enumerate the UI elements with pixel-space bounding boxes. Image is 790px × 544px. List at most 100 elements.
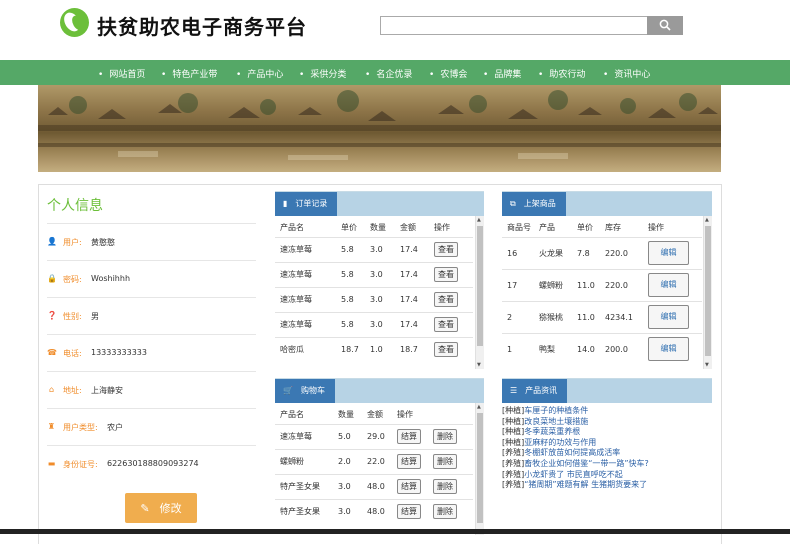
- orders-scrollbar[interactable]: ▲ ▼: [475, 216, 484, 369]
- profile-value: 农户: [107, 423, 123, 432]
- nav-item-industry-belt[interactable]: 特色产业带: [161, 67, 217, 80]
- settle-button[interactable]: 结算: [397, 504, 421, 520]
- news-item[interactable]: [种植]冬季蔬菜重养根: [502, 427, 712, 438]
- scroll-up-icon[interactable]: ▲: [477, 404, 481, 410]
- profile-row-gender: ❓ 性别: 男: [47, 297, 256, 334]
- nav-item-home[interactable]: 网站首页: [98, 67, 145, 80]
- home-icon: ⌂: [48, 385, 55, 394]
- external-link-icon: ⧉: [510, 199, 516, 208]
- search-button[interactable]: [647, 16, 683, 35]
- nav-item-categories[interactable]: 采供分类: [299, 67, 346, 80]
- scroll-thumb[interactable]: [477, 413, 483, 523]
- table-row: 2 猕猴桃 11.0 4234.1 编辑: [502, 300, 702, 333]
- view-button[interactable]: 查看: [434, 317, 458, 332]
- news-item[interactable]: [种植]车厘子的种植条件: [502, 406, 712, 417]
- cart-icon: 🛒: [283, 386, 293, 395]
- phone-icon: ☎: [47, 348, 57, 357]
- tab-cart[interactable]: 🛒 购物车: [275, 379, 335, 403]
- nav-item-brands[interactable]: 品牌集: [483, 67, 521, 80]
- scroll-up-icon[interactable]: ▲: [705, 217, 709, 223]
- table-row: 速冻草莓 5.0 29.0 结算 删除: [275, 423, 473, 449]
- cell-stock: 220.0: [605, 236, 648, 269]
- news-item[interactable]: [种植]改良菜地土壤措施: [502, 417, 712, 428]
- table-row: 哈密瓜 18.7 1.0 18.7 查看: [275, 336, 473, 362]
- news-category: [种植]: [502, 427, 525, 437]
- settle-button[interactable]: 结算: [397, 479, 421, 494]
- id-card-icon: ▬: [47, 459, 56, 468]
- settle-button[interactable]: 结算: [397, 454, 421, 469]
- search-input[interactable]: [380, 16, 648, 35]
- cell-qty: 3.0: [370, 236, 400, 262]
- nav-item-products[interactable]: 产品中心: [236, 67, 283, 80]
- products-scrollbar[interactable]: ▲ ▼: [703, 216, 712, 369]
- edit-product-button[interactable]: 编辑: [648, 273, 689, 297]
- cell-name: 鸭梨: [539, 332, 577, 365]
- news-category: [养殖]: [502, 458, 525, 468]
- scroll-up-icon[interactable]: ▲: [477, 217, 481, 223]
- column-header: 操作: [397, 410, 413, 420]
- question-icon: ❓: [47, 311, 57, 320]
- news-category: [种植]: [502, 437, 525, 447]
- news-item[interactable]: [养殖]小龙虾贵了 市民直呼吃不起: [502, 470, 712, 481]
- view-button[interactable]: 查看: [434, 242, 458, 257]
- nav-item-expo[interactable]: 农博会: [429, 67, 467, 80]
- cell-amount: 17.4: [400, 286, 434, 312]
- column-header: 库存: [605, 223, 621, 233]
- profile-row-address: ⌂ 地址: 上海静安: [47, 371, 256, 408]
- scroll-down-icon[interactable]: ▼: [705, 362, 709, 368]
- view-button[interactable]: 查看: [434, 342, 458, 358]
- profile-value: 黄憨憨: [91, 238, 115, 247]
- settle-button[interactable]: 结算: [397, 429, 421, 444]
- cell-qty: 2.0: [338, 448, 367, 474]
- edit-product-button[interactable]: 编辑: [648, 305, 689, 329]
- scroll-down-icon[interactable]: ▼: [477, 362, 481, 368]
- news-category: [种植]: [502, 416, 525, 426]
- profile-label: 用户类型:: [63, 423, 98, 432]
- news-item[interactable]: [养殖]“猪周期”难题有解 生猪期货要来了: [502, 480, 712, 491]
- table-row: 1 鸭梨 14.0 200.0 编辑: [502, 332, 702, 365]
- site-title: 扶贫助农电子商务平台: [97, 15, 307, 39]
- view-button[interactable]: 查看: [434, 267, 458, 282]
- tab-news[interactable]: ☰ 产品资讯: [502, 379, 568, 403]
- column-header: 数量: [370, 223, 386, 233]
- edit-icon: ✎: [140, 503, 150, 515]
- products-panel: ⧉ 上架商品 商品号 产品 单价 库存 操作 16 火龙果 7.8 220.0 编…: [502, 191, 712, 369]
- table-row: 特产圣女果 3.0 48.0 结算 删除: [275, 473, 473, 499]
- tab-products[interactable]: ⧉ 上架商品: [502, 192, 566, 216]
- edit-product-button[interactable]: 编辑: [648, 241, 689, 265]
- cell-qty: 1.0: [370, 336, 400, 362]
- delete-button[interactable]: 删除: [433, 429, 457, 444]
- cell-price: 18.7: [341, 336, 370, 362]
- cart-scrollbar[interactable]: ▲: [475, 403, 484, 535]
- edit-product-button[interactable]: 编辑: [648, 337, 689, 362]
- nav-item-companies[interactable]: 名企优录: [365, 67, 412, 80]
- delete-button[interactable]: 删除: [433, 479, 457, 494]
- tab-orders[interactable]: ▮ 订单记录: [275, 192, 338, 216]
- edit-profile-label: 修改: [159, 503, 182, 515]
- news-item[interactable]: [养殖]畜牧企业如何借鉴“一带一路”快车?: [502, 459, 712, 470]
- delete-button[interactable]: 删除: [433, 454, 457, 469]
- cell-id: 1: [502, 332, 539, 365]
- cell-name: 特产圣女果: [275, 473, 338, 499]
- news-item[interactable]: [养殖]冬棚虾放苗如何提高成活率: [502, 448, 712, 459]
- cell-price: 11.0: [577, 300, 605, 333]
- column-header: 单价: [341, 223, 357, 233]
- column-header: 操作: [648, 223, 664, 233]
- news-list: [种植]车厘子的种植条件 [种植]改良菜地土壤措施 [种植]冬季蔬菜重养根 [种…: [502, 406, 712, 491]
- nav-item-news[interactable]: 资讯中心: [603, 67, 650, 80]
- logo-icon: [60, 8, 89, 37]
- delete-button[interactable]: 删除: [433, 504, 457, 520]
- nav-item-actions[interactable]: 助农行动: [538, 67, 585, 80]
- orders-tab-label: 订单记录: [295, 199, 328, 208]
- cell-qty: 3.0: [338, 473, 367, 499]
- cell-price: 14.0: [577, 332, 605, 365]
- table-row: 螺蛳粉 2.0 22.0 结算 删除: [275, 448, 473, 474]
- view-button[interactable]: 查看: [434, 292, 458, 307]
- cell-name: 速冻草莓: [275, 311, 341, 337]
- edit-profile-button[interactable]: ✎ 修改: [125, 493, 197, 523]
- profile-label: 用户:: [63, 238, 82, 247]
- column-header: 金额: [400, 223, 416, 233]
- scroll-thumb[interactable]: [477, 226, 483, 346]
- news-item[interactable]: [种植]亚麻籽的功效与作用: [502, 438, 712, 449]
- scroll-thumb[interactable]: [705, 226, 711, 356]
